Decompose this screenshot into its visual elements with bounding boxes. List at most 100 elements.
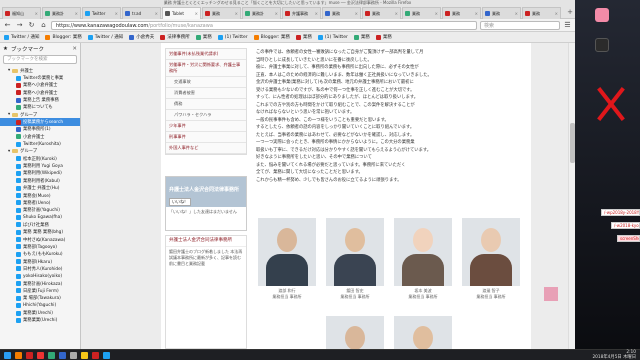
taskbar-app-icon[interactable] <box>81 351 88 359</box>
app-icon[interactable] <box>595 38 609 52</box>
home-icon[interactable]: ⌂ <box>39 21 48 30</box>
bookmark-item[interactable]: Blogger: 業務 <box>253 34 290 40</box>
taskbar-app-icon[interactable] <box>15 351 22 359</box>
desktop-file-label[interactable]: /-w2018-kyo-akyy-t <box>611 222 640 229</box>
bookmark-item[interactable]: 業務業業(Urechi) <box>0 317 80 324</box>
blog-title[interactable]: 弁護士法人金沢合同法律事務所 <box>166 236 246 247</box>
bookmark-item[interactable]: 業務 <box>195 34 212 40</box>
browser-tab[interactable]: 業務 × <box>442 7 481 19</box>
desktop-file-label[interactable]: /-wp2018y-2018Y <box>601 209 640 216</box>
facebook-widget[interactable]: 弁護士法人金沢合同法律事務所 いいね！ 「いいね！」した友達はまだいません <box>165 176 247 231</box>
close-tab-icon[interactable]: × <box>115 11 118 16</box>
taskbar-app-icon[interactable] <box>103 351 110 359</box>
practice-menu-item[interactable]: 債務 <box>166 99 246 110</box>
close-tab-icon[interactable]: × <box>475 11 478 16</box>
bookmark-folder[interactable]: ▾ 弁護士 <box>0 67 80 74</box>
bookmark-folder[interactable]: ▾ グループ <box>0 111 80 118</box>
bookmark-item[interactable]: yokoHisako(yoiko) <box>0 273 80 280</box>
close-tab-icon[interactable]: × <box>395 11 398 16</box>
browser-tab[interactable]: 福知山 × <box>2 7 41 19</box>
bookmark-item[interactable]: 法律事務所 <box>160 34 190 40</box>
staff-caption[interactable]: 鍍田 智史 業務担当 事務所 <box>326 288 384 300</box>
bookmark-item[interactable]: 業務利用(Wikipedi) <box>0 170 80 177</box>
bookmark-item[interactable]: Blogger: 業務 <box>45 34 82 40</box>
bookmark-item[interactable]: ばびけ社業務 <box>0 221 80 228</box>
bookmark-item[interactable]: 弁護士 弁護士(Hu) <box>0 185 80 192</box>
bookmark-item[interactable]: Shuko Egawa(fha) <box>0 214 80 221</box>
bookmark-item[interactable]: 業務計画(Hirokaza) <box>0 280 80 287</box>
bookmark-item[interactable]: 小倉秀夫 <box>129 34 154 40</box>
practice-menu-item[interactable]: パワハラ・セクハラ <box>166 110 246 121</box>
bookmark-item[interactable]: Hhichi(Yaguchi) <box>0 302 80 309</box>
bookmark-item[interactable]: 業務計画(Yaguchi) <box>0 207 80 214</box>
close-tab-icon[interactable]: × <box>235 11 238 16</box>
library-icon[interactable]: ☰ <box>563 21 572 30</box>
search-box[interactable]: 検索 <box>480 20 560 30</box>
close-tab-icon[interactable]: × <box>315 11 318 16</box>
bookmark-item[interactable]: 日産業(Fuji Ferm) <box>0 287 80 294</box>
taskbar-app-icon[interactable] <box>70 351 77 359</box>
bookmark-item[interactable]: Twitterの業務と事業 <box>0 74 80 81</box>
browser-tab[interactable]: 業務 × <box>202 7 241 19</box>
bookmark-item[interactable]: 業務 <box>295 34 312 40</box>
chevron-down-icon[interactable]: ▾ <box>8 149 10 154</box>
close-icon[interactable]: ✕ <box>72 46 77 52</box>
staff-caption[interactable]: 坂本 美波 業務担当 事務所 <box>394 288 452 300</box>
bookmark-item[interactable]: 業務業(Urechi) <box>0 309 80 316</box>
browser-tab[interactable]: 業務 × <box>402 7 441 19</box>
practice-menu-item[interactable]: 労働事件(未払残業代請求) <box>166 49 246 60</box>
practice-menu-item[interactable]: 交通事故 <box>166 77 246 88</box>
close-tab-icon[interactable]: × <box>515 11 518 16</box>
taskbar-app-icon[interactable] <box>48 351 55 359</box>
chevron-down-icon[interactable]: ▾ <box>8 68 10 73</box>
staff-caption[interactable]: 渡邉 智子 業務担当 事務所 <box>462 288 520 300</box>
bookmark-item[interactable]: 日村秀人(Kurohide) <box>0 265 80 272</box>
new-tab-icon[interactable]: + <box>567 8 573 17</box>
bookmark-item[interactable]: 松本正則(Kuroki) <box>0 155 80 162</box>
back-to-top-button[interactable] <box>544 287 558 301</box>
close-tab-icon[interactable]: × <box>155 11 158 16</box>
close-tab-icon[interactable]: × <box>555 11 558 16</box>
taskbar-app-icon[interactable] <box>92 351 99 359</box>
sidebar-title[interactable]: ブックマーク <box>11 45 44 53</box>
bookmark-item[interactable]: ももえ(ももKuroku) <box>0 251 80 258</box>
close-tab-icon[interactable]: × <box>355 11 358 16</box>
browser-tab[interactable]: 弁護事務 × <box>282 7 321 19</box>
address-bar[interactable]: https://www.kanazawagodoulaw.com/portfol… <box>51 20 477 30</box>
browser-tab[interactable]: 業務 × <box>322 7 361 19</box>
forward-icon[interactable]: → <box>15 21 24 30</box>
bookmark-item[interactable]: 業務 <box>375 34 392 40</box>
back-icon[interactable]: ← <box>3 21 12 30</box>
bookmark-item[interactable]: (1) Twitter <box>217 34 248 40</box>
browser-tab[interactable]: 業務 × <box>522 7 561 19</box>
bookmark-item[interactable]: 業務 <box>353 34 370 40</box>
bookmark-item[interactable]: 業務についても <box>0 104 80 111</box>
bookmark-item[interactable]: 小倉弁護士 <box>0 133 80 140</box>
browser-tab[interactable]: 業務計 × <box>242 7 281 19</box>
bookmark-item[interactable]: 業務へ小倉弁護士 <box>0 89 80 96</box>
taskbar-app-icon[interactable] <box>26 351 33 359</box>
chevron-down-icon[interactable]: ▾ <box>8 112 10 117</box>
bookmark-item[interactable]: 業務会(Muse) <box>0 192 80 199</box>
bookmark-item[interactable]: 中村さぬ(Kanazawa) <box>0 236 80 243</box>
like-button[interactable]: いいね！ <box>169 198 191 206</box>
browser-tab[interactable]: 業務 × <box>362 7 401 19</box>
browser-tab[interactable]: tr.ad × <box>122 7 161 19</box>
sidebar-search-input[interactable]: ブックマークを検索 <box>3 55 77 64</box>
bookmark-item[interactable]: 業務 業務 業務(bhg) <box>0 229 80 236</box>
bookmark-item[interactable]: 投稿業務からsearch <box>0 118 80 126</box>
bookmark-item[interactable]: 業務者(Ueno) <box>0 199 80 206</box>
reload-icon[interactable]: ↻ <box>27 21 36 30</box>
red-x-icon[interactable] <box>596 86 626 122</box>
taskbar-app-icon[interactable] <box>59 351 66 359</box>
bookmark-item[interactable]: Twitter / 通知 <box>87 34 123 40</box>
close-tab-icon[interactable]: × <box>435 11 438 16</box>
close-tab-icon[interactable]: × <box>35 11 38 16</box>
bookmark-folder[interactable]: ▾ グループ <box>0 148 80 155</box>
bookmark-item[interactable]: 業務事務所(1) <box>0 126 80 133</box>
page-scrollbar[interactable] <box>568 43 575 349</box>
practice-menu-item[interactable]: 労働事件・労災に関係要求、弁護士事務所 <box>166 60 246 77</box>
app-icon[interactable] <box>595 8 609 22</box>
desktop-file-label[interactable]: screenShot <box>617 235 640 242</box>
browser-tab[interactable]: 業務 × <box>482 7 521 19</box>
